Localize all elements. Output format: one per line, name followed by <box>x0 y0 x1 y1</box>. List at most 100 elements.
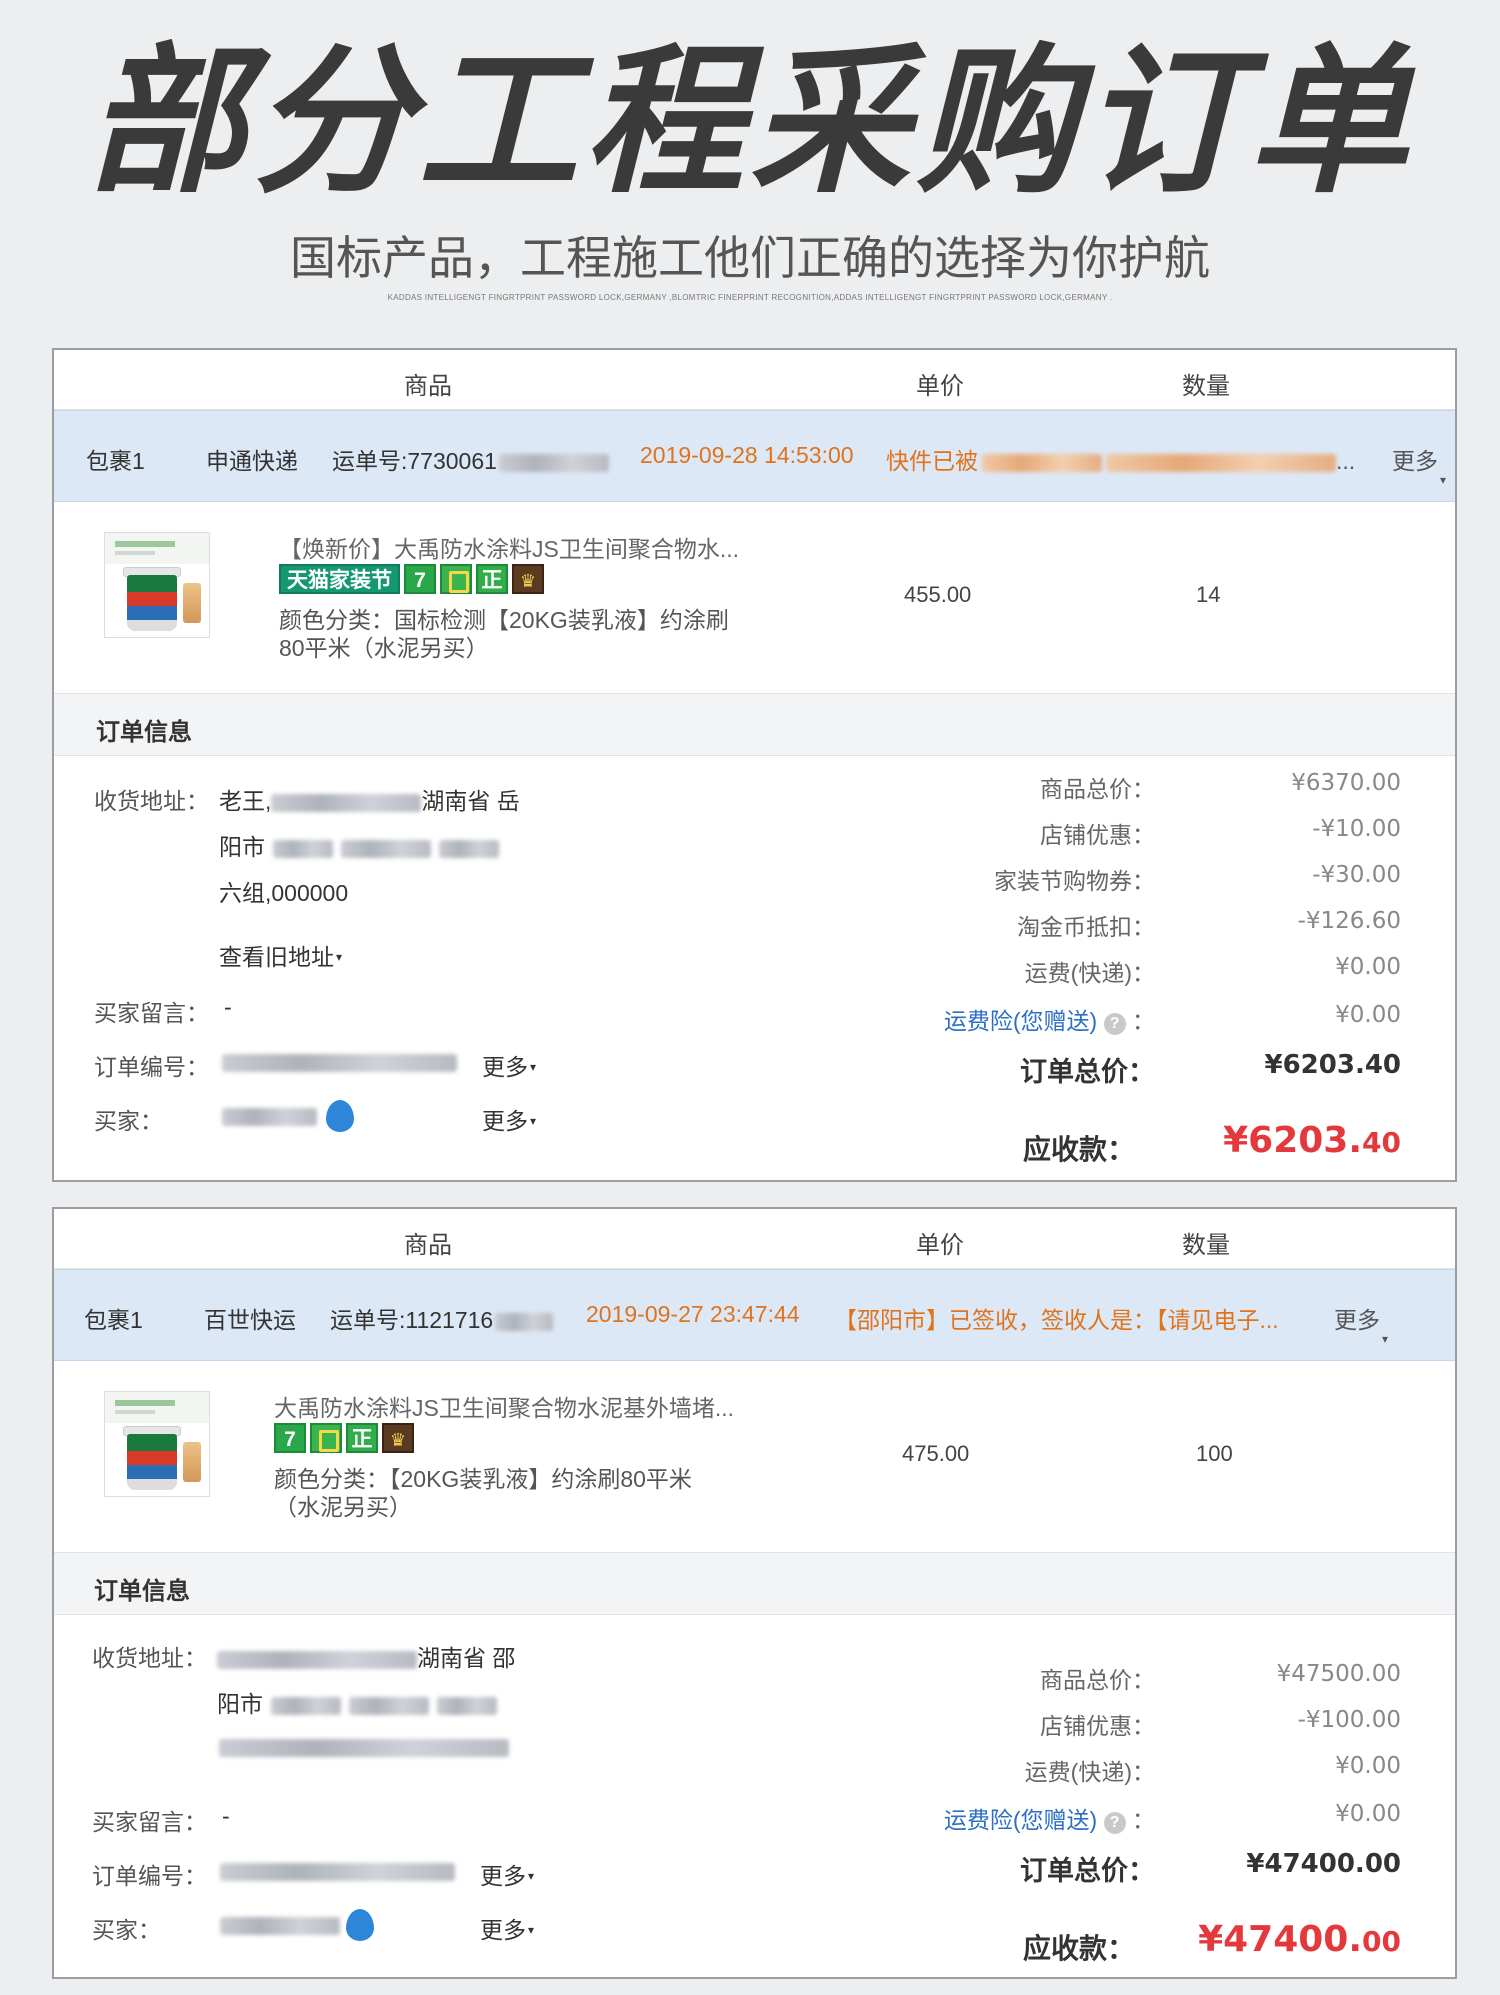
order-number-label: 订单编号： <box>94 1054 209 1080</box>
buyer-label: 买家： <box>94 1108 163 1134</box>
seven-day-return-icon: 7 <box>274 1423 306 1453</box>
order-total-value: ¥6203.40 <box>1264 1050 1401 1080</box>
chevron-down-icon: ▾ <box>336 950 343 964</box>
goods-total-label: 商品总价： <box>1040 1667 1155 1693</box>
shop-discount-value: -¥10.00 <box>1312 816 1401 842</box>
redacted-order-number <box>220 1863 455 1881</box>
address-line-2: 阳市 <box>219 828 499 862</box>
package-more-link[interactable]: 更多 ▾ <box>1392 442 1446 487</box>
order-number-label: 订单编号： <box>92 1863 207 1889</box>
buyer-message-label: 买家留言： <box>94 1000 209 1026</box>
column-goods: 商品 <box>404 1232 452 1259</box>
redacted-street <box>349 1696 429 1715</box>
product-row: 【焕新价】大禹防水涂料JS卫生间聚合物水... 天猫家装节 7 正 ♛ 颜色分类… <box>54 502 1455 694</box>
order-info-header: 订单信息 <box>54 1553 1455 1615</box>
hero-title: 部分工程采购订单 <box>85 28 1414 215</box>
redacted-tracking <box>498 453 609 472</box>
crown-icon: ♛ <box>512 564 544 594</box>
buyer-message-label: 买家留言： <box>92 1809 207 1835</box>
shop-discount-label: 店铺优惠： <box>1040 1713 1155 1739</box>
shop-discount-label: 店铺优惠： <box>1040 822 1155 848</box>
order-card-1: 商品 单价 数量 包裹1 申通快递 运单号:7730061 2019-09-28… <box>52 348 1457 1182</box>
column-header: 商品 单价 数量 <box>54 350 1455 410</box>
wangwang-chat-icon[interactable] <box>326 1100 354 1132</box>
column-goods: 商品 <box>404 373 452 400</box>
help-icon[interactable]: ? <box>1103 1812 1126 1834</box>
address-line-1: 老王, 湖南省 岳 <box>219 788 520 814</box>
carrier-name: 百世快运 <box>204 1307 296 1333</box>
shop-bag-icon <box>440 564 472 594</box>
package-row: 包裹1 百世快运 运单号:1121716 2019-09-27 23:47:44… <box>54 1269 1455 1361</box>
amount-due-value: ¥6203.40 <box>1223 1120 1401 1161</box>
order-number-more-link[interactable]: 更多 ▾ <box>482 1048 536 1082</box>
chevron-down-icon: ▾ <box>530 1060 537 1074</box>
shipping-insurance-link[interactable]: 运费险(您赠送) <box>944 1008 1097 1034</box>
chevron-down-icon: ▾ <box>1382 1332 1389 1346</box>
shipping-value: ¥0.00 <box>1335 954 1401 980</box>
redacted-district <box>273 839 333 858</box>
product-qty: 100 <box>1196 1441 1233 1466</box>
product-thumbnail[interactable] <box>104 1391 210 1497</box>
redacted-buyer <box>222 1108 317 1126</box>
package-time: 2019-09-28 14:53:00 <box>640 442 854 468</box>
redacted-name-phone <box>217 1650 417 1669</box>
order-number-more-link[interactable]: 更多 ▾ <box>480 1857 534 1891</box>
shipping-insurance-label: 运费险(您赠送) ? ： <box>943 1807 1155 1834</box>
genuine-icon: 正 <box>346 1423 378 1453</box>
order-total-label: 订单总价： <box>1020 1057 1155 1087</box>
product-title-link[interactable]: 大禹防水涂料JS卫生间聚合物水泥基外墙堵... <box>274 1389 734 1423</box>
goods-total-value: ¥47500.00 <box>1276 1661 1401 1687</box>
wangwang-chat-icon[interactable] <box>346 1909 374 1941</box>
shipping-value: ¥0.00 <box>1335 1753 1401 1779</box>
product-row: 大禹防水涂料JS卫生间聚合物水泥基外墙堵... 7 正 ♛ 颜色分类：【20KG… <box>54 1361 1455 1553</box>
carrier-name: 申通快递 <box>206 448 298 474</box>
hero-fineprint: KADDAS INTELLIGENGT FINGRTPRINT PASSWORD… <box>387 293 1113 302</box>
order-info: 收货地址： 湖南省 邵 阳市 买家留言： - 订单编号： 更多 ▾ 买家： 更多 ▾… <box>54 1615 1455 1975</box>
product-spec: 颜色分类：【20KG装乳液】约涂刷80平米 （水泥另买） <box>274 1466 692 1520</box>
redacted-address-line-3 <box>219 1739 509 1757</box>
product-qty: 14 <box>1196 582 1221 607</box>
redacted-district <box>271 1696 341 1715</box>
amount-due-label: 应收款： <box>1022 1933 1135 1964</box>
redacted-street <box>341 839 431 858</box>
redacted-status <box>982 453 1102 472</box>
product-price: 475.00 <box>902 1441 970 1466</box>
product-badges: 7 正 ♛ <box>274 1423 414 1453</box>
package-status: 快件已被... <box>886 448 1356 474</box>
help-icon[interactable]: ? <box>1103 1013 1126 1035</box>
order-info-header: 订单信息 <box>54 694 1455 756</box>
order-total-value: ¥47400.00 <box>1246 1849 1401 1879</box>
package-more-link[interactable]: 更多 ▾ <box>1334 1301 1388 1346</box>
shipping-insurance-link[interactable]: 运费险(您赠送) <box>944 1807 1097 1833</box>
chevron-down-icon: ▾ <box>528 1869 535 1883</box>
address-label: 收货地址： <box>92 1645 207 1671</box>
taojinbi-label: 淘金币抵扣： <box>1017 914 1155 940</box>
redacted-buyer <box>220 1917 340 1935</box>
buyer-more-link[interactable]: 更多 ▾ <box>480 1911 534 1945</box>
home-coupon-label: 家装节购物券： <box>994 868 1155 894</box>
redacted-tracking <box>495 1312 554 1331</box>
view-old-address-link[interactable]: 查看旧地址 ▾ <box>219 938 342 972</box>
buyer-message-value: - <box>224 994 232 1020</box>
redacted-status-2 <box>1106 453 1336 472</box>
product-title-link[interactable]: 【焕新价】大禹防水涂料JS卫生间聚合物水... <box>279 530 739 564</box>
address-line-3: 六组,000000 <box>219 880 349 906</box>
column-qty: 数量 <box>1182 373 1230 400</box>
package-row: 包裹1 申通快递 运单号:7730061 2019-09-28 14:53:00… <box>54 410 1455 502</box>
tracking-number: 运单号:1121716 <box>330 1301 554 1335</box>
tmall-home-festival-badge: 天猫家装节 <box>279 564 400 594</box>
crown-icon: ♛ <box>382 1423 414 1453</box>
chevron-down-icon: ▾ <box>1440 473 1447 487</box>
product-thumbnail[interactable] <box>104 532 210 638</box>
buyer-message-value: - <box>222 1803 230 1829</box>
goods-total-label: 商品总价： <box>1040 776 1155 802</box>
buyer-more-link[interactable]: 更多 ▾ <box>482 1102 536 1136</box>
package-status: 【邵阳市】已签收，签收人是：【请见电子... <box>834 1307 1279 1333</box>
genuine-icon: 正 <box>476 564 508 594</box>
chevron-down-icon: ▾ <box>528 1923 535 1937</box>
redacted-village <box>437 1696 497 1715</box>
address-line-2: 阳市 <box>217 1685 497 1719</box>
address-label: 收货地址： <box>94 788 209 814</box>
redacted-village <box>439 839 499 858</box>
shipping-insurance-label: 运费险(您赠送) ? ： <box>943 1008 1155 1035</box>
